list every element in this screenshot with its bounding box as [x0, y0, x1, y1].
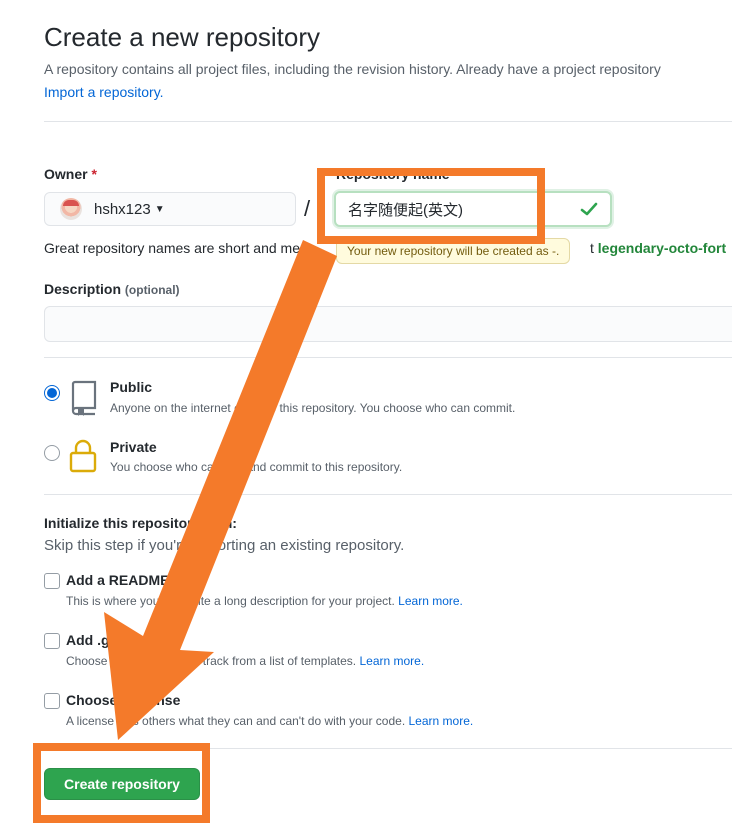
- private-radio[interactable]: [44, 445, 60, 461]
- license-note-text: A license tells others what they can and…: [66, 714, 406, 728]
- create-repository-button[interactable]: Create repository: [44, 768, 200, 800]
- public-radio[interactable]: [44, 385, 60, 401]
- divider: [44, 748, 732, 749]
- gitignore-title: Add .gitignore: [66, 632, 161, 648]
- gitignore-note: Choose which files not to track from a l…: [66, 654, 424, 668]
- readme-learn-more-link[interactable]: Learn more.: [398, 594, 463, 608]
- readme-title: Add a README file: [66, 572, 194, 588]
- owner-label-text: Owner: [44, 166, 88, 182]
- readme-checkbox[interactable]: [44, 573, 60, 589]
- readme-note-text: This is where you can write a long descr…: [66, 594, 395, 608]
- initialize-subtitle: Skip this step if you're importing an ex…: [44, 537, 405, 554]
- readme-note: This is where you can write a long descr…: [66, 594, 463, 608]
- owner-label: Owner *: [44, 166, 97, 182]
- license-learn-more-link[interactable]: Learn more.: [409, 714, 474, 728]
- gitignore-learn-more-link[interactable]: Learn more.: [359, 654, 424, 668]
- repository-name-hint: Great repository names are short and mem: [44, 240, 312, 256]
- owner-repo-separator: /: [304, 196, 311, 221]
- page-subtitle: A repository contains all project files,…: [44, 61, 661, 77]
- license-note: A license tells others what they can and…: [66, 714, 473, 728]
- divider: [44, 494, 732, 495]
- repository-name-input[interactable]: 名字随便起(英文): [334, 191, 612, 227]
- license-checkbox[interactable]: [44, 693, 60, 709]
- check-icon: [580, 202, 598, 216]
- page-title: Create a new repository: [44, 22, 321, 52]
- repository-name-label: Repository name: [336, 166, 450, 182]
- private-title: Private: [110, 439, 157, 455]
- avatar: [60, 198, 82, 220]
- description-input[interactable]: [44, 306, 732, 342]
- description-label: Description (optional): [44, 281, 180, 297]
- hint-rest: t: [590, 240, 594, 256]
- gitignore-note-text: Choose which files not to track from a l…: [66, 654, 357, 668]
- owner-select[interactable]: hshx123 ▼: [44, 192, 296, 226]
- license-title: Choose a license: [66, 692, 181, 708]
- divider: [44, 121, 732, 122]
- caret-down-icon: ▼: [154, 203, 165, 215]
- required-mark: *: [91, 166, 97, 182]
- lock-icon: [69, 439, 97, 473]
- public-note: Anyone on the internet can see this repo…: [110, 401, 516, 415]
- private-note: You choose who can see and commit to thi…: [110, 460, 403, 474]
- optional-note: (optional): [124, 283, 180, 297]
- name-suggestion-line: t legendary-octo-fort: [590, 240, 726, 256]
- owner-name: hshx123: [94, 200, 151, 218]
- divider: [44, 357, 732, 358]
- name-suggestion-link[interactable]: legendary-octo-fort: [598, 240, 726, 256]
- description-label-text: Description: [44, 281, 122, 297]
- gitignore-checkbox[interactable]: [44, 633, 60, 649]
- import-repository-link[interactable]: Import a repository.: [44, 84, 164, 100]
- public-title: Public: [110, 379, 153, 395]
- repository-name-value: 名字随便起(英文): [348, 201, 463, 219]
- repo-icon: [71, 380, 97, 416]
- initialize-title: Initialize this repository with:: [44, 515, 237, 531]
- repository-name-tooltip: Your new repository will be created as -…: [336, 238, 571, 264]
